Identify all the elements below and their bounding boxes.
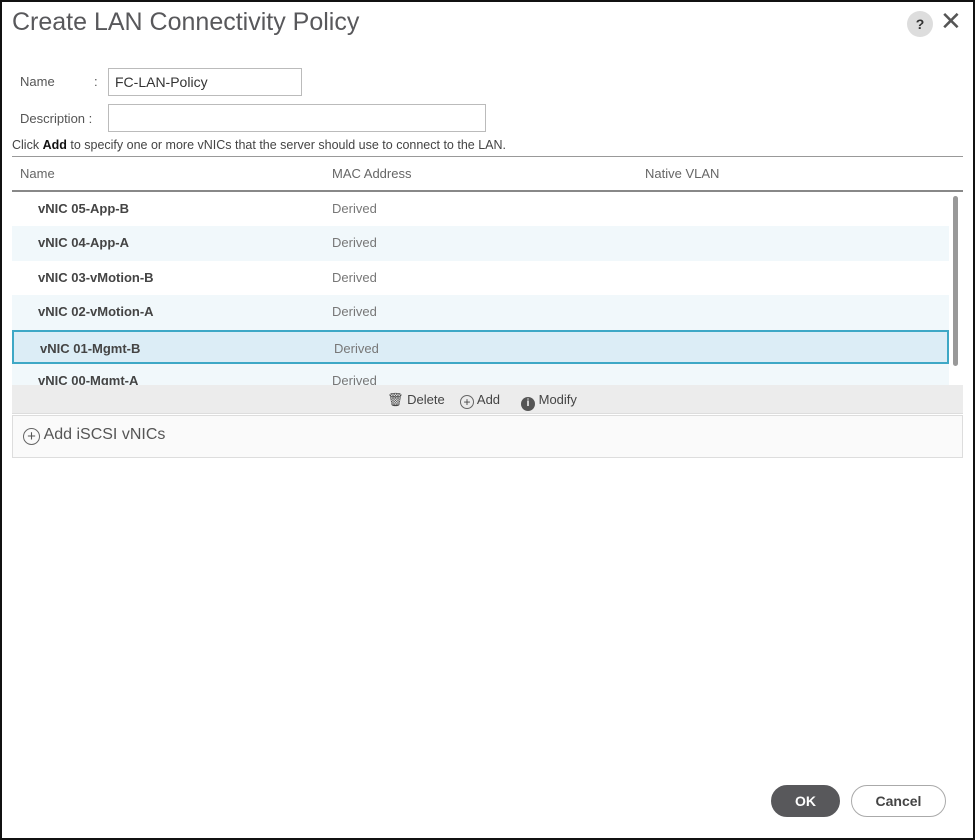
table-row[interactable]: vNIC 05-App-B Derived — [12, 192, 949, 226]
delete-label: Delete — [407, 392, 445, 407]
table-row[interactable]: vNIC 02-vMotion-A Derived — [12, 295, 949, 330]
plus-circle-icon: + — [460, 395, 474, 409]
description-input[interactable] — [108, 104, 486, 132]
add-iscsi-vnics-section[interactable]: + Add iSCSI vNICs — [12, 415, 963, 458]
column-mac[interactable]: MAC Address — [332, 166, 411, 181]
table-toolbar: 🗑 Delete + Add i Modify — [12, 385, 963, 414]
name-separator: : — [94, 74, 98, 89]
mac-address: Derived — [332, 235, 377, 251]
vnic-name: vNIC 01-Mgmt-B — [40, 340, 141, 356]
column-name[interactable]: Name — [20, 166, 55, 181]
cancel-button[interactable]: Cancel — [851, 785, 946, 817]
dialog-title: Create LAN Connectivity Policy — [12, 8, 360, 36]
instructions: Click Add to specify one or more vNICs t… — [12, 138, 506, 152]
mac-address: Derived — [332, 269, 377, 285]
table-row[interactable]: vNIC 00-Mgmt-A Derived — [12, 363, 949, 385]
vnic-name: vNIC 04-App-A — [38, 235, 130, 251]
name-label: Name — [20, 74, 55, 89]
vnic-table: vNIC 05-App-B Derived vNIC 04-App-A Derive… — [12, 192, 949, 385]
vnic-name: vNIC 05-App-B — [38, 201, 130, 216]
close-icon[interactable]: ✕ — [940, 6, 962, 37]
help-button[interactable]: ? — [907, 11, 933, 37]
table-row[interactable]: vNIC 04-App-A Derived — [12, 226, 949, 261]
delete-button[interactable]: 🗑 Delete — [387, 392, 445, 408]
info-icon: i — [521, 397, 535, 411]
vnic-name: vNIC 00-Mgmt-A — [38, 372, 139, 385]
add-iscsi-label: Add iSCSI vNICs — [43, 426, 166, 443]
table-header: Name MAC Address Native VLAN — [12, 156, 963, 192]
mac-address: Derived — [332, 372, 377, 385]
modify-button[interactable]: i Modify — [521, 392, 577, 411]
add-label: Add — [476, 392, 501, 407]
plus-circle-icon: + — [23, 428, 40, 445]
column-vlan[interactable]: Native VLAN — [645, 166, 719, 181]
mac-address: Derived — [332, 304, 377, 320]
modify-label: Modify — [538, 392, 577, 407]
mac-address: Derived — [334, 340, 379, 356]
trash-icon: 🗑 — [387, 392, 404, 407]
table-row-selected[interactable]: vNIC 01-Mgmt-B Derived — [12, 329, 949, 364]
scrollbar[interactable] — [953, 196, 958, 366]
mac-address: Derived — [332, 201, 377, 216]
add-button[interactable]: + Add — [460, 392, 500, 409]
table-row[interactable]: vNIC 03-vMotion-B Derived — [12, 261, 949, 295]
name-input[interactable]: FC-LAN-Policy — [108, 68, 302, 96]
vnic-name: vNIC 03-vMotion-B — [38, 269, 154, 285]
vnic-name: vNIC 02-vMotion-A — [38, 304, 154, 320]
ok-button[interactable]: OK — [771, 785, 840, 817]
description-label: Description : — [20, 111, 93, 126]
